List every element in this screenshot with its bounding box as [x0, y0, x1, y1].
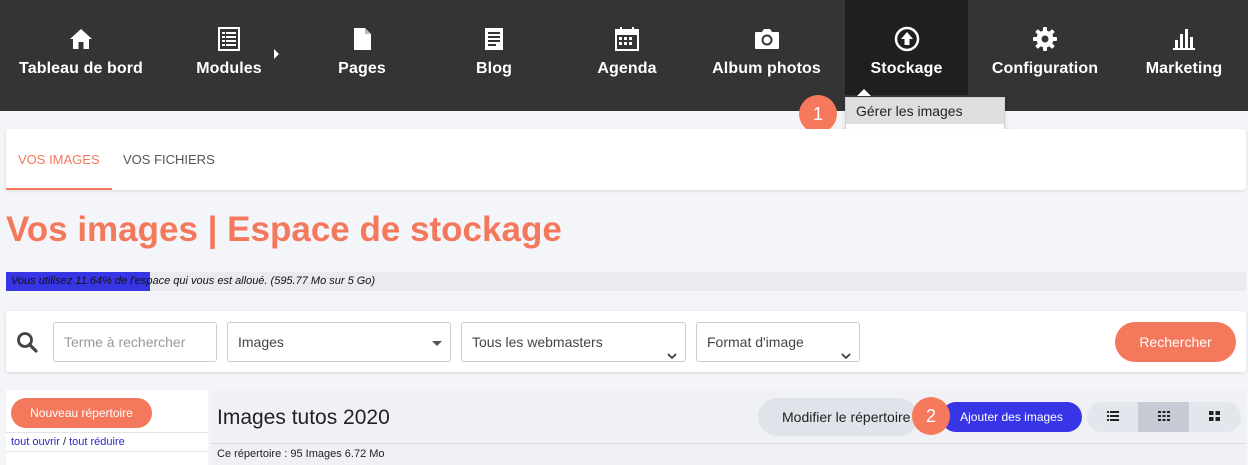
- nav-label: Stockage: [870, 60, 943, 77]
- page-title: Vos images | Espace de stockage: [6, 210, 562, 249]
- nav-item-pages[interactable]: Pages: [296, 0, 428, 95]
- tab-vos-fichiers[interactable]: Vos fichiers: [123, 129, 215, 190]
- directory-info: Ce répertoire : 95 Images 6.72 Mo: [211, 443, 1246, 465]
- view-toggle-group: [1087, 402, 1241, 432]
- new-directory-button[interactable]: Nouveau répertoire: [11, 398, 152, 428]
- nav-item-blog[interactable]: Blog: [428, 0, 560, 95]
- tabs-bar: Vos images Vos fichiers: [6, 129, 1246, 190]
- calendar-icon: [615, 26, 639, 52]
- submenu-caret-icon: [274, 49, 279, 59]
- nav-item-stockage[interactable]: Stockage: [845, 0, 968, 95]
- nav-item-dashboard[interactable]: Tableau de bord: [0, 0, 162, 95]
- webmaster-select[interactable]: Tous les webmasters: [461, 322, 686, 362]
- nav-item-modules[interactable]: Modules: [162, 0, 296, 95]
- modify-directory-button[interactable]: Modifier le répertoire: [758, 398, 918, 436]
- nav-item-album-photos[interactable]: Album photos: [694, 0, 839, 95]
- tree-controls: tout ouvrir / tout réduire: [6, 432, 208, 452]
- directory-sidebar: Nouveau répertoire tout ouvrir / tout ré…: [6, 390, 208, 465]
- grid-small-view-icon: [1157, 408, 1170, 426]
- grid-large-view-icon: [1209, 408, 1220, 426]
- storage-usage-text: Vous utilisez 11.64% de l'espace qui vou…: [11, 275, 376, 287]
- format-select-value: Format d'image: [707, 334, 804, 350]
- page-icon: [352, 26, 372, 52]
- list-icon: [218, 26, 240, 52]
- add-images-button[interactable]: Ajouter des images: [941, 402, 1082, 432]
- link-separator: /: [59, 436, 70, 448]
- nav-label: Modules: [196, 60, 262, 77]
- menu-item-manage-images[interactable]: Gérer les images: [846, 98, 1004, 124]
- expand-all-link[interactable]: tout ouvrir: [11, 436, 60, 448]
- nav-label: Configuration: [991, 60, 1099, 77]
- chevron-down-icon: [841, 337, 851, 375]
- search-input[interactable]: Terme à rechercher: [53, 322, 217, 362]
- folder-title: Images tutos 2020: [217, 406, 390, 429]
- nav-label: Marketing: [1145, 60, 1223, 77]
- chevron-down-icon: [667, 337, 677, 375]
- format-select[interactable]: Format d'image: [696, 322, 860, 362]
- bar-chart-icon: [1172, 26, 1196, 52]
- camera-icon: [754, 26, 780, 52]
- caret-down-icon: [432, 341, 442, 346]
- dropdown-pointer: [857, 89, 871, 96]
- list-view-icon: [1106, 408, 1119, 426]
- type-select-value: Images: [238, 334, 284, 350]
- folder-panel: Images tutos 2020 Modifier le répertoire…: [211, 390, 1246, 465]
- storage-usage-bar: Vous utilisez 11.64% de l'espace qui vou…: [6, 272, 1246, 291]
- type-select[interactable]: Images: [227, 322, 451, 362]
- list-view-button[interactable]: [1087, 402, 1138, 432]
- nav-label: Tableau de bord: [19, 60, 143, 77]
- nav-label: Blog: [476, 60, 512, 77]
- nav-item-agenda[interactable]: Agenda: [560, 0, 694, 95]
- nav-item-configuration[interactable]: Configuration: [980, 0, 1110, 95]
- collapse-all-link[interactable]: tout réduire: [69, 436, 125, 448]
- step-marker: 1: [799, 95, 837, 133]
- tab-vos-images[interactable]: Vos images: [6, 129, 112, 190]
- blog-icon: [484, 26, 504, 52]
- nav-item-marketing[interactable]: Marketing: [1122, 0, 1246, 95]
- upload-circle-icon: [894, 26, 920, 52]
- nav-label: Album photos: [712, 60, 821, 77]
- grid-small-view-button[interactable]: [1138, 402, 1189, 432]
- grid-large-view-button[interactable]: [1189, 402, 1240, 432]
- webmaster-select-value: Tous les webmasters: [472, 334, 603, 350]
- gear-icon: [1032, 26, 1058, 52]
- nav-label: Pages: [338, 60, 386, 77]
- search-bar: Terme à rechercher Images Tous les webma…: [6, 311, 1246, 372]
- step-marker: 2: [912, 397, 950, 435]
- search-icon: [16, 331, 38, 358]
- top-navigation: Tableau de bord Modules Pages Blog Agend…: [0, 0, 1248, 111]
- nav-label: Agenda: [597, 60, 657, 77]
- search-button[interactable]: Rechercher: [1115, 322, 1236, 362]
- home-icon: [69, 26, 93, 52]
